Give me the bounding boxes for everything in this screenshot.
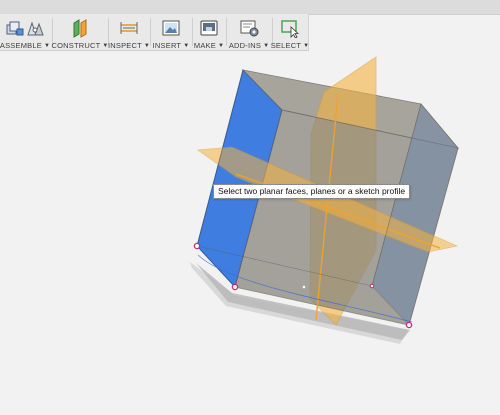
selection-tooltip: Select two planar faces, planes or a ske… — [213, 184, 411, 199]
vertex-point[interactable] — [405, 321, 413, 329]
inspect-menu[interactable]: INSPECT ▼ — [107, 14, 150, 50]
add-ins-menu[interactable]: ADD-INS ▼ — [229, 14, 269, 50]
toolbar: ASSEMBLE ▼ CONSTRUCT ▼ INSPECT ▼ INSERT … — [0, 14, 309, 51]
3d-print-icon — [200, 20, 218, 36]
vertex-point[interactable] — [193, 242, 201, 250]
construct-menu[interactable]: CONSTRUCT ▼ — [51, 14, 108, 50]
insert-menu[interactable]: INSERT ▼ — [153, 14, 189, 50]
toolbar-divider — [226, 18, 227, 46]
center-point[interactable] — [302, 285, 306, 289]
assemble-menu[interactable]: ASSEMBLE ▼ — [0, 14, 51, 50]
vertex-point[interactable] — [231, 283, 239, 291]
measure-icon — [120, 22, 138, 34]
chevron-down-icon: ▼ — [303, 42, 310, 49]
inspect-label: INSPECT — [107, 41, 142, 50]
select-label: SELECT — [270, 41, 302, 50]
construct-label: CONSTRUCT — [51, 41, 101, 50]
chevron-down-icon: ▼ — [217, 42, 225, 49]
canvas-viewport[interactable] — [0, 51, 500, 415]
select-menu[interactable]: SELECT ▼ — [270, 14, 310, 50]
offset-plane-icon — [73, 19, 87, 38]
add-ins-label: ADD-INS — [228, 41, 262, 50]
new-component-icon — [6, 21, 24, 36]
toolbar-divider — [150, 18, 151, 46]
make-menu[interactable]: MAKE ▼ — [193, 14, 225, 50]
make-label: MAKE — [193, 41, 216, 50]
toolbar-divider — [192, 18, 193, 46]
joint-icon — [27, 21, 44, 36]
chevron-down-icon: ▼ — [183, 42, 190, 49]
vertex-point[interactable] — [369, 283, 375, 289]
insert-label: INSERT — [152, 41, 182, 50]
assemble-label: ASSEMBLE — [0, 41, 42, 50]
scripts-addins-icon — [240, 20, 259, 37]
chevron-down-icon: ▼ — [43, 42, 51, 49]
model-canvas[interactable] — [0, 51, 500, 415]
title-strip — [0, 0, 500, 15]
insert-image-icon — [162, 20, 180, 36]
chevron-down-icon: ▼ — [263, 42, 270, 49]
window-select-icon — [281, 20, 300, 38]
